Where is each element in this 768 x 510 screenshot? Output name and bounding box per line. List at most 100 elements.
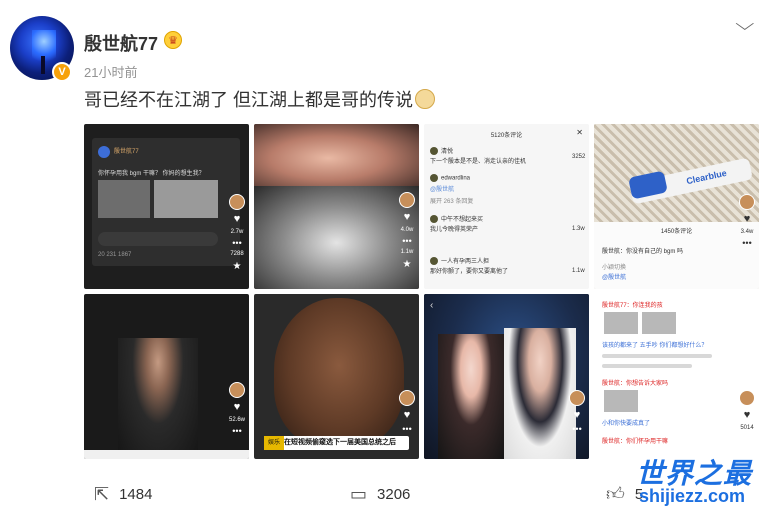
watermark-url: shijiezz.com xyxy=(639,486,746,506)
mini-photo xyxy=(98,180,150,218)
verified-badge-icon: V xyxy=(52,62,72,82)
person-right-photo xyxy=(504,328,576,459)
comment-more: 展开 263 条回复 xyxy=(430,199,474,205)
side-actions: ♥ 52.6w ••• xyxy=(228,382,245,436)
heart-icon: ♥ xyxy=(403,211,411,223)
side-avatar xyxy=(569,390,585,406)
side-like-count: 3.4w xyxy=(740,229,754,235)
heart-icon: ♥ xyxy=(743,409,751,421)
post-text: 哥已经不在江湖了 但江湖上都是哥的传说 xyxy=(84,86,435,112)
side-avatar xyxy=(228,382,245,398)
comment-user: 清悦 xyxy=(441,149,454,155)
chevron-down-icon[interactable]: ⌵ xyxy=(735,14,754,35)
ultrasound-grey-image xyxy=(254,186,419,289)
cat-emoji-icon xyxy=(415,89,435,109)
side-actions: ♥ ••• xyxy=(399,390,415,434)
image-grid: 殷世航77 你怀孕用我 bgm 干嘛？ 你妈的想生我？ 20 231 1867 … xyxy=(84,124,760,459)
username[interactable]: 殷世航77 xyxy=(84,30,158,56)
panel-title: 1450条评论 xyxy=(660,229,693,235)
comment-mention: @殷世航 xyxy=(430,187,455,193)
comment-avatar xyxy=(430,147,438,156)
image-tile-3[interactable]: 5120条评论 ✕ 清悦 下一个殷本是不是、消走认亲的佳机 3252 edwar… xyxy=(424,124,589,289)
side-avatar xyxy=(229,194,245,210)
comment-row: 清悦 xyxy=(430,146,454,156)
heart-icon: ♥ xyxy=(233,401,241,413)
chat-line: 小和你快要成真了 xyxy=(602,421,651,427)
comment-row: edwardlina xyxy=(430,174,470,182)
crown-icon[interactable]: ♛ xyxy=(164,31,182,49)
heart-icon: ♥ xyxy=(403,409,411,421)
side-comment-count: 1.1w xyxy=(400,249,414,255)
image-tile-1[interactable]: 殷世航77 你怀孕用我 bgm 干嘛？ 你妈的想生我？ 20 231 1867 … xyxy=(84,124,249,289)
post-text-content: 哥已经不在江湖了 但江湖上都是哥的传说 xyxy=(84,90,413,110)
comment-avatar xyxy=(430,257,438,266)
comment-user: 一人有孕两三人担 xyxy=(441,259,490,265)
image-tile-5[interactable]: ♥ 52.6w ••• xyxy=(84,294,249,459)
more-icon: ••• xyxy=(402,236,412,246)
comments-title: 5120条评论 xyxy=(490,133,523,139)
comment-avatar xyxy=(430,215,438,224)
caption-bar: 在短视频偷窥选下一届美国总统之后 xyxy=(264,436,409,450)
mini-meta: 20 231 1867 xyxy=(98,252,132,258)
mini-avatar xyxy=(98,146,110,158)
heart-icon: ♥ xyxy=(743,213,751,225)
panel-line: 小颖切换 xyxy=(602,265,627,271)
person-left-photo xyxy=(438,334,504,459)
side-actions: ♥ 3.4w ••• xyxy=(739,194,755,248)
side-avatar xyxy=(739,194,755,210)
side-avatar xyxy=(399,390,415,406)
ultrasound-3d-image xyxy=(254,124,419,186)
close-icon: ✕ xyxy=(576,128,583,137)
comment-icon: ▭ xyxy=(350,484,368,504)
more-icon: ••• xyxy=(232,238,242,248)
mini-username: 殷世航77 xyxy=(114,149,139,155)
mini-photo-2 xyxy=(154,180,218,218)
avatar-trunk-graphic xyxy=(41,56,45,74)
image-tile-7[interactable]: ‹ ♥ ••• xyxy=(424,294,589,459)
star-icon: ★ xyxy=(402,259,412,270)
share-icon: ⇱ xyxy=(94,484,110,504)
side-like-count: 2.7w xyxy=(230,229,244,235)
comment-text: 下一个殷本是不是、消走认亲的佳机 xyxy=(430,159,527,165)
image-tile-4[interactable]: Clearblue 1450条评论 殷世航：你没有自己的 bgm 吗 小颖切换 … xyxy=(594,124,759,289)
comment-avatar xyxy=(430,174,438,182)
share-button[interactable]: ⇱ 1484 xyxy=(94,485,152,503)
image-tile-8[interactable]: 殷世航77：你连我的孩 该孩的都来了 五手吵 你们都想好什么？ 殷世航：你想告诉… xyxy=(594,294,759,459)
timestamp[interactable]: 21小时前 xyxy=(84,62,137,81)
chat-thumb xyxy=(642,312,676,334)
heart-icon: ♥ xyxy=(233,213,241,225)
more-icon: ••• xyxy=(232,426,242,436)
image-tile-2[interactable]: ♥ 4.0w ••• 1.1w ★ xyxy=(254,124,419,289)
chat-line: 该孩的都来了 五手吵 你们都想好什么？ xyxy=(602,343,708,349)
caption-tag: 娱乐 xyxy=(264,436,284,450)
comment-text: 那好你颤了，要你又要离他了 xyxy=(430,269,509,275)
more-icon: ••• xyxy=(402,424,412,434)
chat-placeholder xyxy=(602,364,692,368)
comment-count: 3206 xyxy=(377,485,411,503)
side-avatar xyxy=(739,390,755,406)
chat-placeholder xyxy=(602,354,712,358)
comment-count: 1.1w xyxy=(572,268,585,274)
heart-icon: ♥ xyxy=(573,409,581,421)
image-tile-6[interactable]: 在短视频偷窥选下一届美国总统之后 娱乐 ♥ ••• xyxy=(254,294,419,459)
comment-user: 中午不想起来买 xyxy=(441,217,484,223)
share-count: 1484 xyxy=(119,485,153,503)
side-actions: ♥ ••• xyxy=(569,390,585,434)
mini-comment-input xyxy=(98,232,218,246)
comment-row: 一人有孕两三人担 xyxy=(430,256,490,266)
comment-user: edwardlina xyxy=(441,175,471,182)
side-actions: ♥ 5014 xyxy=(739,390,755,431)
chat-line: 殷世航：你们怀孕用干嘛 xyxy=(602,439,669,445)
side-comment-count: 7288 xyxy=(230,251,244,257)
star-icon: ★ xyxy=(232,261,242,272)
mini-question: 你怀孕用我 bgm 干嘛？ 你妈的想生我？ xyxy=(98,171,205,177)
panel-line: 殷世航：你没有自己的 bgm 吗 xyxy=(602,249,684,255)
comment-row: 中午不想起来买 xyxy=(430,214,484,224)
comment-count: 3252 xyxy=(572,154,586,160)
comment-text: 我儿今晚得英荣产 xyxy=(430,227,479,233)
comment-button[interactable]: ▭ 3206 xyxy=(350,485,410,503)
chat-line: 殷世航77：你连我的孩 xyxy=(602,303,663,309)
more-icon: ••• xyxy=(572,424,582,434)
chat-thumb xyxy=(604,312,638,334)
portrait-photo xyxy=(274,298,404,448)
